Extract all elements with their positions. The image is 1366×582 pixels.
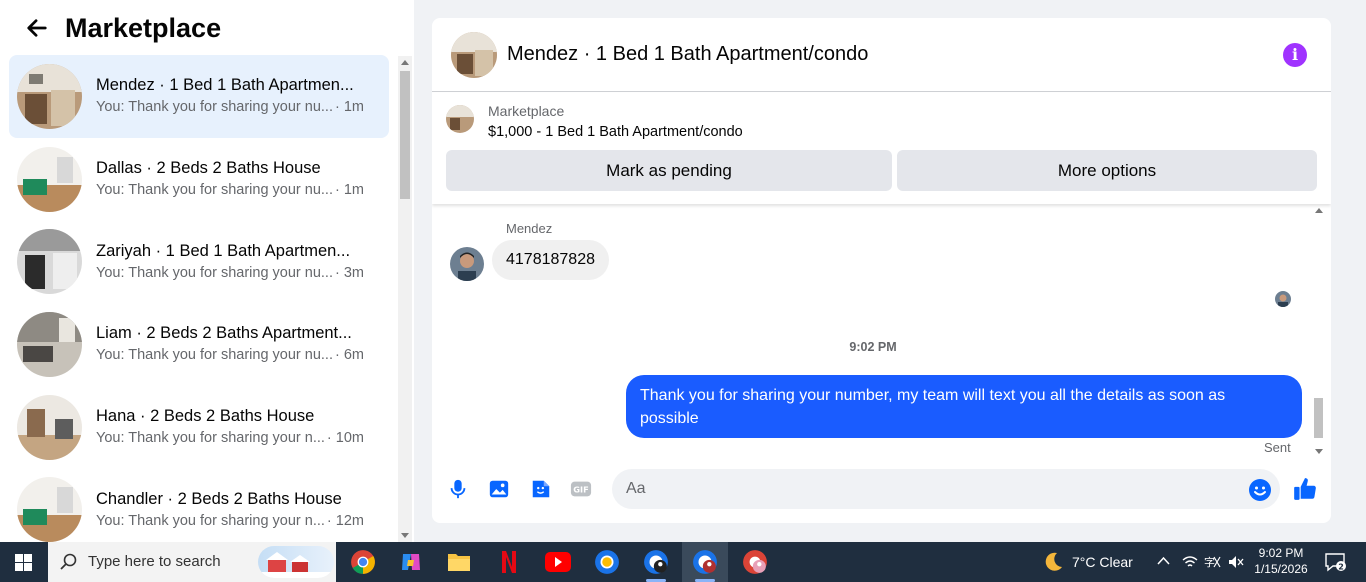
- message-input[interactable]: [612, 469, 1280, 509]
- gif-icon[interactable]: GIF: [570, 478, 592, 500]
- listing-photo: [17, 477, 82, 542]
- info-icon[interactable]: i: [1283, 43, 1307, 67]
- more-options-button[interactable]: More options: [897, 150, 1317, 191]
- sidebar-header: Marketplace: [0, 0, 400, 56]
- listing-thumbnail[interactable]: [446, 105, 474, 133]
- conversation-snippet: You: Thank you for sharing your n...: [96, 430, 325, 447]
- back-arrow-icon[interactable]: [26, 17, 48, 39]
- weather-text[interactable]: 7°C Clear: [1072, 554, 1133, 570]
- scroll-up-icon[interactable]: [401, 60, 409, 65]
- conversation-item[interactable]: Hana · 2 Beds 2 Baths House You: Thank y…: [9, 386, 389, 469]
- sticker-icon[interactable]: [530, 478, 552, 500]
- mark-pending-button[interactable]: Mark as pending: [446, 150, 892, 191]
- conversation-title: Liam · 2 Beds 2 Baths Apartment...: [96, 324, 352, 343]
- conversation-title: Mendez · 1 Bed 1 Bath Apartmen...: [96, 76, 354, 95]
- notification-count: 2: [1338, 563, 1344, 572]
- sender-name: Mendez: [506, 221, 553, 236]
- conversation-title: Dallas · 2 Beds 2 Baths House: [96, 159, 321, 178]
- listing-photo: [17, 146, 82, 212]
- svg-text:GIF: GIF: [573, 485, 588, 495]
- taskbar-clock[interactable]: 9:02 PM 1/15/2026: [1254, 545, 1308, 577]
- conversation-snippet: You: Thank you for sharing your nu...: [96, 264, 333, 281]
- chat-title: Mendez · 1 Bed 1 Bath Apartment/condo: [507, 43, 869, 65]
- wifi-icon[interactable]: [1182, 554, 1198, 570]
- youtube-app-icon[interactable]: [535, 542, 581, 582]
- conversation-list: Mendez · 1 Bed 1 Bath Apartmen... You: T…: [9, 55, 389, 542]
- conversation-item[interactable]: Zariyah · 1 Bed 1 Bath Apartmen... You: …: [9, 220, 389, 303]
- listing-card: Marketplace $1,000 - 1 Bed 1 Bath Apartm…: [432, 93, 1331, 204]
- conversation-snippet: You: Thank you for sharing your nu...: [96, 347, 333, 364]
- scroll-down-icon[interactable]: [1315, 449, 1323, 454]
- conversation-time: · 3m: [334, 264, 364, 281]
- sender-avatar[interactable]: [450, 247, 484, 281]
- listing-photo: [17, 229, 82, 295]
- scroll-down-icon[interactable]: [401, 533, 409, 538]
- search-placeholder: Type here to search: [88, 553, 221, 570]
- conversation-time: · 1m: [334, 182, 364, 199]
- svg-text:字: 字: [1204, 555, 1215, 569]
- conversation-title: Hana · 2 Beds 2 Baths House: [96, 407, 315, 426]
- conversation-time: · 1m: [334, 99, 364, 116]
- listing-source: Marketplace: [488, 103, 565, 119]
- conversation-snippet: You: Thank you for sharing your n...: [96, 512, 325, 529]
- windows-start-icon[interactable]: [15, 554, 32, 571]
- search-highlight-image[interactable]: [258, 546, 334, 578]
- listing-price[interactable]: $1,000 - 1 Bed 1 Bath Apartment/condo: [488, 124, 743, 140]
- conversation-sidebar: Marketplace Mendez · 1 Bed 1 Bath Apartm…: [0, 0, 414, 542]
- scroll-up-icon[interactable]: [1315, 208, 1323, 213]
- netflix-app-icon[interactable]: [486, 542, 532, 582]
- windows-taskbar: Type here to search 7°C Clear 字 9:02 PM …: [0, 542, 1366, 582]
- notification-icon[interactable]: 2: [1324, 552, 1346, 572]
- conversation-snippet: You: Thank you for sharing your nu...: [96, 99, 333, 116]
- chrome-profile-app-icon[interactable]: [584, 542, 630, 582]
- chrome-app-icon[interactable]: [340, 542, 386, 582]
- conversation-time: · 12m: [326, 512, 364, 529]
- chrome-profile-app-icon[interactable]: [633, 542, 679, 582]
- conversation-item[interactable]: Liam · 2 Beds 2 Baths Apartment... You: …: [9, 303, 389, 386]
- listing-photo: [17, 311, 82, 377]
- outgoing-message[interactable]: Thank you for sharing your number, my te…: [626, 375, 1302, 438]
- incoming-message[interactable]: 4178187828: [492, 240, 609, 280]
- chrome-profile-app-icon[interactable]: [732, 542, 778, 582]
- listing-photo: [17, 394, 82, 460]
- message-thread: Mendez 4178187828 9:02 PM Thank you for …: [432, 204, 1331, 458]
- chevron-up-icon[interactable]: [1157, 556, 1170, 566]
- taskbar-search[interactable]: Type here to search: [48, 542, 336, 582]
- conversation-time: · 6m: [334, 347, 364, 364]
- thumbs-up-icon[interactable]: [1292, 476, 1318, 502]
- conversation-time: · 10m: [326, 430, 364, 447]
- moon-weather-icon[interactable]: [1042, 551, 1064, 573]
- clock-date: 1/15/2026: [1254, 562, 1308, 576]
- listing-photo: [17, 63, 82, 129]
- scrollbar-thumb[interactable]: [1314, 398, 1323, 438]
- message-timestamp: 9:02 PM: [849, 340, 897, 354]
- sidebar-title: Marketplace: [65, 12, 222, 43]
- conversation-title: Chandler · 2 Beds 2 Baths House: [96, 489, 342, 508]
- microphone-icon[interactable]: [447, 478, 469, 500]
- chrome-profile-app-icon[interactable]: [682, 542, 728, 582]
- chat-panel: Mendez · 1 Bed 1 Bath Apartment/condo i …: [432, 18, 1331, 523]
- seen-avatar: [1275, 291, 1291, 307]
- conversation-item[interactable]: Mendez · 1 Bed 1 Bath Apartmen... You: T…: [9, 55, 389, 138]
- conversation-item[interactable]: Dallas · 2 Beds 2 Baths House You: Thank…: [9, 138, 389, 221]
- listing-avatar[interactable]: [451, 31, 497, 78]
- language-icon[interactable]: 字: [1204, 554, 1222, 570]
- conversation-snippet: You: Thank you for sharing your nu...: [96, 182, 333, 199]
- chat-scrollbar[interactable]: [1312, 204, 1324, 458]
- conversation-item[interactable]: Chandler · 2 Beds 2 Baths House You: Tha…: [9, 468, 389, 542]
- copilot-app-icon[interactable]: [388, 542, 434, 582]
- sidebar-scrollbar[interactable]: [398, 56, 412, 542]
- message-status: Sent: [1264, 440, 1291, 455]
- volume-muted-icon[interactable]: [1228, 554, 1244, 570]
- emoji-icon[interactable]: [1248, 478, 1272, 502]
- scrollbar-thumb[interactable]: [400, 71, 410, 199]
- clock-time: 9:02 PM: [1258, 546, 1304, 560]
- chat-header: Mendez · 1 Bed 1 Bath Apartment/condo i: [432, 18, 1331, 92]
- photo-icon[interactable]: [488, 478, 510, 500]
- conversation-title: Zariyah · 1 Bed 1 Bath Apartmen...: [96, 241, 351, 260]
- search-icon: [60, 553, 77, 570]
- file-explorer-icon[interactable]: [436, 542, 482, 582]
- message-composer: GIF: [432, 458, 1331, 523]
